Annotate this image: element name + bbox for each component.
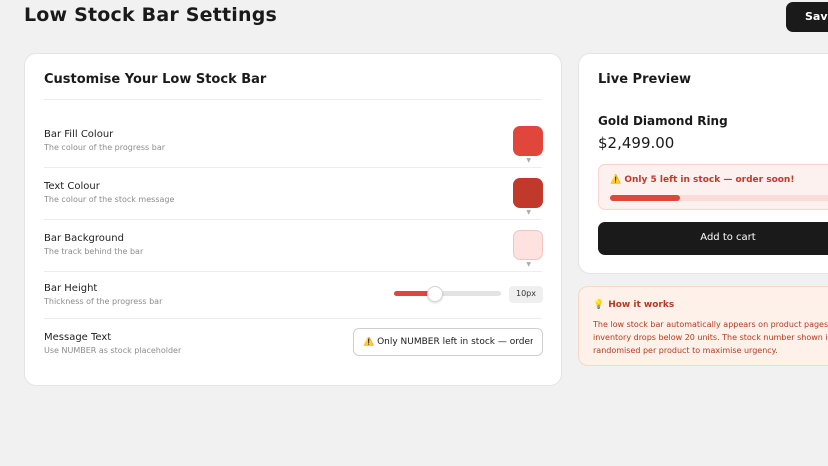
how-it-works-card: 💡 How it works The low stock bar automati… — [578, 286, 828, 366]
how-it-works-title: 💡 How it works — [593, 300, 674, 310]
settings-card-title: Customise Your Low Stock Bar — [44, 72, 267, 87]
divider — [44, 167, 542, 168]
text-colour-label: Text Colour — [44, 181, 100, 192]
product-price: $2,499.00 — [598, 134, 675, 152]
divider — [44, 271, 542, 272]
message-text-desc: Use NUMBER as stock placeholder — [44, 346, 182, 355]
bar-background-label: Bar Background — [44, 233, 124, 244]
slider-thumb[interactable] — [426, 286, 443, 302]
text-colour-desc: The colour of the stock message — [44, 195, 175, 204]
divider — [44, 219, 542, 220]
bar-background-picker[interactable] — [513, 230, 543, 260]
chevron-down-icon: ▼ — [526, 261, 531, 268]
divider — [44, 318, 542, 319]
page-title: Low Stock Bar Settings — [24, 4, 278, 26]
low-stock-message: ⚠️ Only 5 left in stock — order soon! — [610, 175, 795, 185]
save-button[interactable]: Save — [786, 2, 828, 32]
how-it-works-line: The low stock bar automatically appears … — [593, 320, 828, 329]
bar-fill-colour-picker[interactable] — [513, 126, 543, 156]
live-preview-card: Live Preview Gold Diamond Ring $2,499.00… — [578, 53, 828, 274]
bar-height-label: Bar Height — [44, 283, 98, 294]
low-stock-bar-preview: ⚠️ Only 5 left in stock — order soon! — [598, 164, 828, 210]
chevron-down-icon: ▼ — [526, 209, 531, 216]
message-text-input[interactable] — [353, 328, 543, 356]
bar-height-desc: Thickness of the progress bar — [44, 297, 163, 306]
text-colour-picker[interactable] — [513, 178, 543, 208]
how-it-works-line: randomised per product to maximise urgen… — [593, 346, 778, 355]
how-it-works-text: The low stock bar automatically appears … — [593, 318, 828, 357]
how-it-works-heading: How it works — [608, 300, 675, 310]
message-text-label: Message Text — [44, 332, 112, 343]
low-stock-track — [610, 195, 828, 201]
settings-card: Customise Your Low Stock Bar Bar Fill Co… — [24, 53, 562, 386]
bar-fill-colour-label: Bar Fill Colour — [44, 129, 114, 140]
bar-background-desc: The track behind the bar — [44, 247, 144, 256]
chevron-down-icon: ▼ — [526, 157, 531, 164]
low-stock-fill — [610, 195, 680, 201]
divider — [44, 99, 542, 100]
live-preview-title: Live Preview — [598, 72, 692, 87]
bar-fill-colour-desc: The colour of the progress bar — [44, 143, 166, 152]
product-name: Gold Diamond Ring — [598, 114, 728, 128]
add-to-cart-button[interactable]: Add to cart — [598, 222, 828, 255]
lightbulb-icon: 💡 — [593, 300, 605, 310]
bar-height-slider[interactable] — [394, 286, 501, 302]
how-it-works-line: inventory drops below 20 units. The stoc… — [593, 333, 828, 342]
bar-height-value: 10px — [509, 286, 543, 303]
